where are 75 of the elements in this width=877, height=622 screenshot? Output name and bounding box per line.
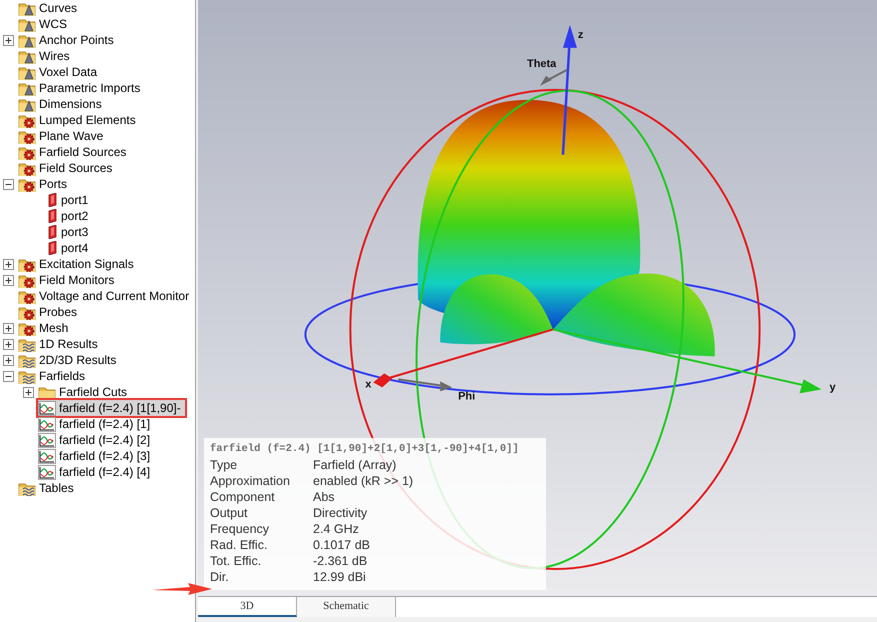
tree-item[interactable]: Wires — [18, 48, 74, 64]
tree-item[interactable]: farfield (f=2.4) [1] — [38, 416, 154, 432]
phi-arrow — [398, 378, 452, 392]
tree-item[interactable]: farfield (f=2.4) [4] — [38, 464, 154, 480]
tree-item[interactable]: Plane Wave — [18, 128, 108, 144]
tree-item[interactable]: port1 — [48, 192, 92, 208]
property-label: Output — [210, 505, 249, 521]
port-icon — [48, 193, 58, 207]
property-label: Component — [210, 489, 276, 505]
property-label: Rad. Effic. — [210, 537, 268, 553]
farfield-plot-icon — [38, 448, 56, 464]
tree-item[interactable]: Lumped Elements — [18, 112, 140, 128]
expand-button[interactable] — [3, 322, 14, 334]
tree-item[interactable]: Voltage and Current Monitor — [18, 288, 194, 304]
tree-item[interactable]: port4 — [48, 240, 92, 256]
tree-item[interactable]: farfield (f=2.4) [2] — [38, 432, 154, 448]
view-tab[interactable]: Schematic — [297, 597, 396, 617]
property-label: Frequency — [210, 521, 270, 537]
collapse-button[interactable] — [3, 370, 14, 382]
tree-item[interactable]: Excitation Signals — [18, 256, 138, 272]
view-tab[interactable]: 3D — [198, 597, 297, 617]
property-value: Farfield (Array) — [313, 457, 396, 473]
x-axis-label: x — [365, 378, 372, 390]
tree-item[interactable]: Farfield Sources — [18, 144, 130, 160]
tree-item[interactable]: Farfields — [18, 368, 90, 384]
expand-button[interactable] — [3, 258, 14, 270]
property-label: Approximation — [210, 473, 291, 489]
y-axis-label: y — [830, 381, 836, 394]
property-value: Directivity — [313, 505, 368, 521]
tree-item[interactable]: Parametric Imports — [18, 80, 144, 96]
tree-item[interactable]: Ports — [18, 176, 72, 192]
tree-item[interactable]: farfield (f=2.4) [1[1,90]- — [38, 400, 185, 416]
expand-button[interactable] — [3, 274, 14, 286]
tree-item[interactable]: WCS — [18, 16, 71, 32]
property-value: 0.1017 dB — [313, 537, 370, 553]
property-label: Dir. — [210, 569, 230, 585]
property-value: enabled (kR >> 1) — [313, 473, 414, 489]
info-title: farfield (f=2.4) [1[1,90]+2[1,0]+3[1,-90]+4[1,0]] — [210, 442, 519, 457]
tree-item[interactable]: Field Monitors — [18, 272, 118, 288]
port-icon — [48, 225, 58, 239]
tree-item[interactable]: port3 — [48, 224, 92, 240]
expand-button[interactable] — [23, 386, 34, 398]
tree-item[interactable]: Voxel Data — [18, 64, 102, 80]
port-icon — [48, 241, 58, 255]
z-axis-label: z — [578, 28, 584, 41]
farfield-plot-icon — [38, 416, 56, 432]
farfield-plot-icon — [38, 464, 56, 480]
tree-item[interactable]: Field Sources — [18, 160, 116, 176]
property-label: Tot. Effic. — [210, 553, 262, 569]
annotation-arrow — [152, 583, 212, 595]
farfield-plot-icon — [38, 432, 56, 448]
tree-item[interactable]: Dimensions — [18, 96, 106, 112]
collapse-button[interactable] — [3, 178, 14, 190]
port-icon — [48, 209, 58, 223]
tree-item[interactable]: 1D Results — [18, 336, 102, 352]
property-label: Type — [210, 457, 238, 473]
phi-label: Phi — [458, 390, 476, 402]
tree-item[interactable]: 2D/3D Results — [18, 352, 120, 368]
tree-item[interactable]: Probes — [18, 304, 82, 320]
property-value: Abs — [313, 489, 335, 505]
tree-item[interactable]: Curves — [18, 0, 82, 16]
theta-arrow — [540, 69, 568, 86]
property-value: 2.4 GHz — [313, 521, 359, 537]
theta-label: Theta — [527, 58, 556, 70]
expand-button[interactable] — [3, 338, 14, 350]
tree-item[interactable]: port2 — [48, 208, 92, 224]
property-value: -2.361 dB — [313, 553, 368, 569]
farfield-plot-icon — [38, 400, 56, 416]
expand-button[interactable] — [3, 34, 14, 46]
property-value: 12.99 dBi — [313, 569, 366, 585]
expand-button[interactable] — [3, 354, 14, 366]
tree-item[interactable]: farfield (f=2.4) [3] — [38, 448, 154, 464]
tree-item[interactable]: Tables — [18, 480, 78, 496]
tree-item[interactable]: Anchor Points — [18, 32, 118, 48]
tree-item[interactable]: Mesh — [18, 320, 72, 336]
